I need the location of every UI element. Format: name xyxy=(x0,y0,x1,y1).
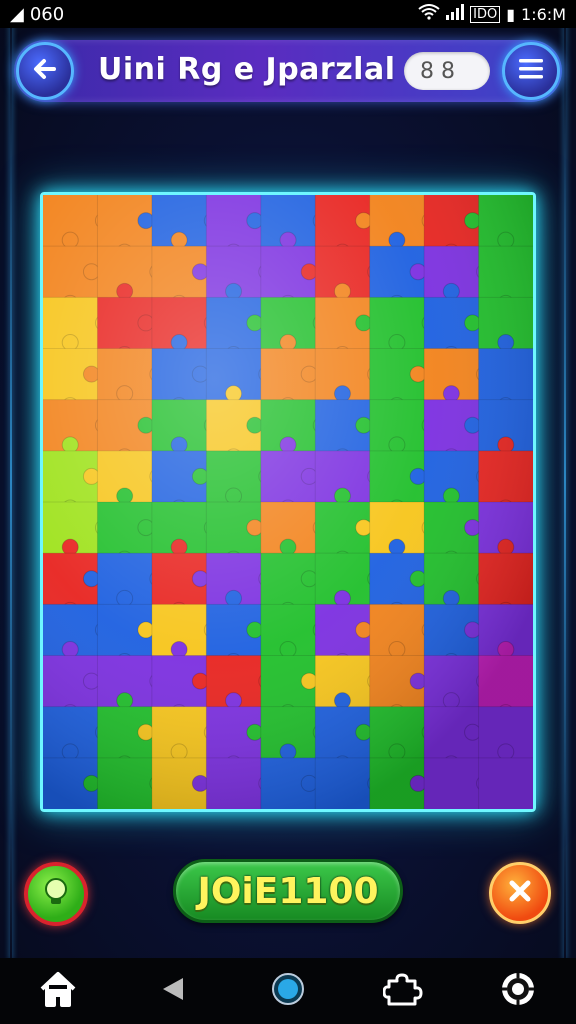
game-screen: ◢ 060 IDO ▮ 1:6:M Uini Rg e Jparzlal 8 8 xyxy=(0,0,576,1024)
nav-recent[interactable] xyxy=(264,967,312,1015)
back-triangle-icon xyxy=(159,975,187,1007)
search-pill[interactable]: 8 8 xyxy=(404,52,490,90)
net-label: IDO xyxy=(470,5,501,23)
score-display[interactable]: JOiE1100 xyxy=(173,859,403,923)
status-left-text: 060 xyxy=(29,3,65,25)
decor-glow-line-left xyxy=(10,0,12,960)
arrow-left-icon xyxy=(30,54,60,88)
nav-home[interactable] xyxy=(34,967,82,1015)
signal-bars-icon xyxy=(446,4,465,24)
decor-glow-line-right xyxy=(564,0,566,960)
status-bar: ◢ 060 IDO ▮ 1:6:M xyxy=(0,0,576,28)
circle-home-icon xyxy=(270,971,306,1011)
battery-icon: ▮ xyxy=(506,4,516,24)
close-button[interactable] xyxy=(489,862,551,924)
puzzle-board-canvas[interactable] xyxy=(43,195,533,809)
bottom-nav xyxy=(0,958,576,1024)
menu-button[interactable] xyxy=(502,42,560,100)
nav-settings[interactable] xyxy=(494,967,542,1015)
score-text: JOiE1100 xyxy=(197,870,379,912)
nav-puzzle[interactable] xyxy=(379,967,427,1015)
puzzle-icon xyxy=(382,971,423,1011)
hamburger-icon xyxy=(517,57,545,85)
hint-button[interactable] xyxy=(24,862,88,926)
back-button[interactable] xyxy=(16,42,74,100)
lightbulb-icon xyxy=(39,875,73,913)
signal-triangle-icon: ◢ xyxy=(10,3,24,25)
puzzle-board[interactable] xyxy=(40,192,536,812)
header-bar: Uini Rg e Jparzlal 8 8 xyxy=(14,40,562,102)
wifi-icon xyxy=(418,4,440,24)
nav-back[interactable] xyxy=(149,967,197,1015)
close-icon xyxy=(505,876,535,910)
search-pill-glyph: 8 8 xyxy=(420,58,455,84)
settings-gear-icon xyxy=(498,969,538,1013)
board-shine xyxy=(43,195,533,809)
home-icon xyxy=(38,970,78,1012)
page-title: Uini Rg e Jparzlal xyxy=(98,52,396,87)
status-time: 1:6:M xyxy=(521,4,566,24)
